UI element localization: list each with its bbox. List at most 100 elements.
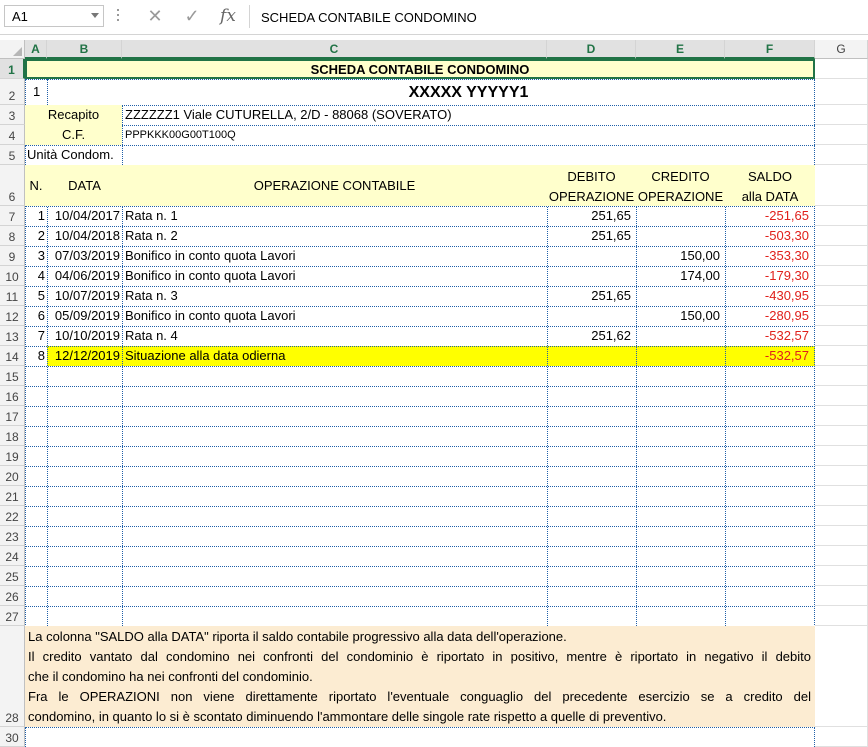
entry-n[interactable]: 7 bbox=[25, 326, 45, 346]
entry-saldo[interactable]: -532,57 bbox=[725, 346, 809, 366]
entry-operazione[interactable]: Situazione alla data odierna bbox=[125, 346, 545, 366]
header-n[interactable]: N. bbox=[25, 177, 47, 195]
entry-saldo[interactable]: -353,30 bbox=[725, 246, 809, 266]
entry-data[interactable]: 10/10/2019 bbox=[47, 326, 120, 346]
unita-label[interactable]: Unità Condom. bbox=[27, 145, 114, 165]
row-header-7[interactable]: 7 bbox=[0, 206, 25, 226]
entry-n[interactable]: 4 bbox=[25, 266, 45, 286]
row-header-26[interactable]: 26 bbox=[0, 586, 25, 606]
entry-credito[interactable]: 174,00 bbox=[636, 266, 720, 286]
header-credito-2[interactable]: OPERAZIONE bbox=[636, 187, 725, 206]
entry-operazione[interactable]: Rata n. 2 bbox=[125, 226, 545, 246]
row-header-13[interactable]: 13 bbox=[0, 326, 25, 346]
entry-data[interactable]: 10/07/2019 bbox=[47, 286, 120, 306]
row-header-4[interactable]: 4 bbox=[0, 125, 25, 145]
entry-operazione[interactable]: Bonifico in conto quota Lavori bbox=[125, 246, 545, 266]
entry-credito[interactable]: 150,00 bbox=[636, 246, 720, 266]
row-header-9[interactable]: 9 bbox=[0, 246, 25, 266]
name-box[interactable]: A1 bbox=[4, 5, 104, 27]
row-header-22[interactable]: 22 bbox=[0, 506, 25, 526]
entry-saldo[interactable]: -430,95 bbox=[725, 286, 809, 306]
recapito-value[interactable]: ZZZZZZ1 Viale CUTURELLA, 2/D - 88068 (SO… bbox=[125, 105, 452, 125]
header-data[interactable]: DATA bbox=[47, 177, 122, 195]
entry-n[interactable]: 3 bbox=[25, 246, 45, 266]
formula-input[interactable]: SCHEDA CONTABILE CONDOMINO bbox=[261, 10, 477, 25]
sheet-title[interactable]: SCHEDA CONTABILE CONDOMINO bbox=[25, 59, 815, 79]
entry-operazione[interactable]: Rata n. 1 bbox=[125, 206, 545, 226]
row-header-3[interactable]: 3 bbox=[0, 105, 25, 125]
entry-data[interactable]: 12/12/2019 bbox=[47, 346, 120, 366]
condomino-name[interactable]: XXXXX YYYYY1 bbox=[122, 82, 815, 104]
row-header-27[interactable]: 27 bbox=[0, 606, 25, 626]
row-header-19[interactable]: 19 bbox=[0, 446, 25, 466]
entry-saldo[interactable]: -251,65 bbox=[725, 206, 809, 226]
entry-n[interactable]: 1 bbox=[25, 206, 45, 226]
row-header-11[interactable]: 11 bbox=[0, 286, 25, 306]
recapito-label[interactable]: Recapito bbox=[25, 105, 122, 125]
row-header-1[interactable]: 1 bbox=[0, 59, 25, 79]
cf-label[interactable]: C.F. bbox=[25, 125, 122, 145]
column-header-e[interactable]: E bbox=[636, 40, 725, 59]
row-header-20[interactable]: 20 bbox=[0, 466, 25, 486]
row-header-17[interactable]: 17 bbox=[0, 406, 25, 426]
entry-saldo[interactable]: -280,95 bbox=[725, 306, 809, 326]
row-header-8[interactable]: 8 bbox=[0, 226, 25, 246]
row-header-14[interactable]: 14 bbox=[0, 346, 25, 366]
note-line[interactable]: condomino, in quanto lo si è scontato di… bbox=[28, 707, 811, 727]
row-header-25[interactable]: 25 bbox=[0, 566, 25, 586]
row-header-16[interactable]: 16 bbox=[0, 386, 25, 406]
column-header-c[interactable]: C bbox=[122, 40, 547, 59]
entry-data[interactable]: 05/09/2019 bbox=[47, 306, 120, 326]
entry-n[interactable]: 2 bbox=[25, 226, 45, 246]
entry-debito[interactable]: 251,65 bbox=[547, 226, 631, 246]
entry-operazione[interactable]: Rata n. 3 bbox=[125, 286, 545, 306]
entry-debito[interactable]: 251,65 bbox=[547, 286, 631, 306]
entry-n[interactable]: 6 bbox=[25, 306, 45, 326]
header-saldo-1[interactable]: SALDO bbox=[725, 167, 815, 186]
column-header-f[interactable]: F bbox=[725, 40, 815, 59]
entry-operazione[interactable]: Bonifico in conto quota Lavori bbox=[125, 306, 545, 326]
note-line[interactable]: La colonna "SALDO alla DATA" riporta il … bbox=[28, 627, 811, 647]
select-all-button[interactable] bbox=[0, 40, 25, 59]
entry-debito[interactable]: 251,65 bbox=[547, 206, 631, 226]
cf-value[interactable]: PPPKKK00G00T100Q bbox=[125, 125, 236, 145]
entry-data[interactable]: 10/04/2017 bbox=[47, 206, 120, 226]
entry-data[interactable]: 04/06/2019 bbox=[47, 266, 120, 286]
header-operazione[interactable]: OPERAZIONE CONTABILE bbox=[122, 177, 547, 195]
entry-n[interactable]: 8 bbox=[25, 346, 45, 366]
function-icon[interactable]: fx bbox=[216, 5, 240, 27]
more-options-icon[interactable] bbox=[117, 6, 120, 24]
header-saldo-2[interactable]: alla DATA bbox=[725, 187, 815, 206]
entry-credito[interactable]: 150,00 bbox=[636, 306, 720, 326]
row-header-24[interactable]: 24 bbox=[0, 546, 25, 566]
row-header-6[interactable]: 6 bbox=[0, 165, 25, 206]
column-header-a[interactable]: A bbox=[25, 40, 47, 59]
entry-saldo[interactable]: -179,30 bbox=[725, 266, 809, 286]
row-header-23[interactable]: 23 bbox=[0, 526, 25, 546]
row-header-18[interactable]: 18 bbox=[0, 426, 25, 446]
row-header-30[interactable]: 30 bbox=[0, 727, 25, 747]
row-header-15[interactable]: 15 bbox=[0, 366, 25, 386]
row-header-5[interactable]: 5 bbox=[0, 145, 25, 165]
header-debito-2[interactable]: OPERAZIONE bbox=[547, 187, 636, 206]
entry-operazione[interactable]: Rata n. 4 bbox=[125, 326, 545, 346]
entry-debito[interactable]: 251,62 bbox=[547, 326, 631, 346]
column-header-g[interactable]: G bbox=[815, 40, 868, 59]
entry-data[interactable]: 10/04/2018 bbox=[47, 226, 120, 246]
row-header-21[interactable]: 21 bbox=[0, 486, 25, 506]
header-credito-1[interactable]: CREDITO bbox=[636, 167, 725, 186]
entry-data[interactable]: 07/03/2019 bbox=[47, 246, 120, 266]
column-header-d[interactable]: D bbox=[547, 40, 636, 59]
row-header-28[interactable]: 28 bbox=[0, 626, 25, 727]
chevron-down-icon[interactable] bbox=[91, 13, 99, 18]
row-header-10[interactable]: 10 bbox=[0, 266, 25, 286]
entry-saldo[interactable]: -503,30 bbox=[725, 226, 809, 246]
check-icon[interactable]: ✓ bbox=[180, 5, 204, 27]
note-line[interactable]: Fra le OPERAZIONI non viene direttamente… bbox=[28, 687, 811, 707]
note-line[interactable]: che il condomino ha nei confronti del co… bbox=[28, 667, 811, 687]
row-header-12[interactable]: 12 bbox=[0, 306, 25, 326]
entry-operazione[interactable]: Bonifico in conto quota Lavori bbox=[125, 266, 545, 286]
close-icon[interactable]: ✕ bbox=[143, 5, 167, 27]
column-header-b[interactable]: B bbox=[47, 40, 122, 59]
row2-index[interactable]: 1 bbox=[33, 84, 40, 99]
